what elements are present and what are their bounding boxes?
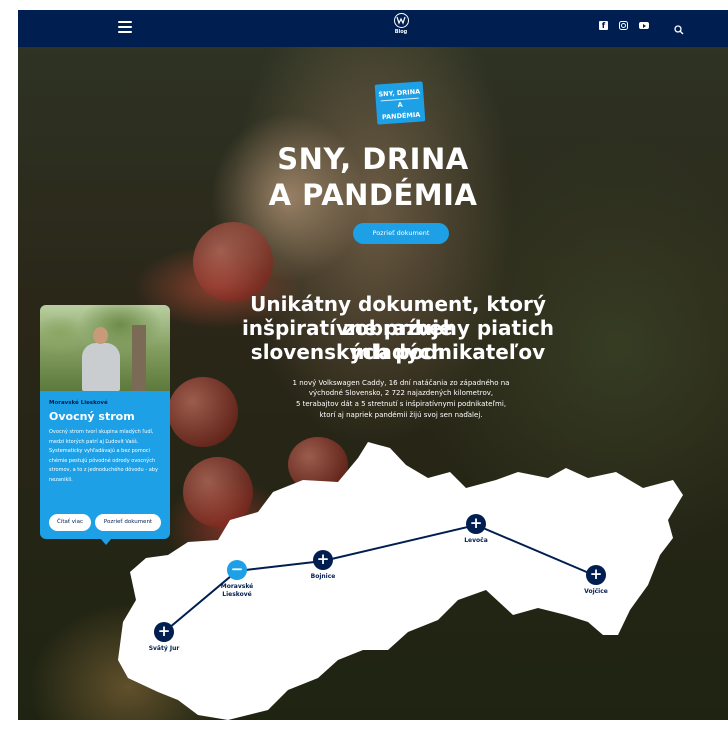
read-more-button[interactable]: Čítať viac xyxy=(49,514,91,531)
story-text: Ovocný strom tvorí skupina mladých ľudí,… xyxy=(49,429,158,483)
card-pointer xyxy=(100,538,112,545)
story-card: Moravské Lieskové Ovocný strom Ovocný st… xyxy=(40,305,170,545)
instagram-icon[interactable] xyxy=(619,21,628,30)
vw-logo-icon xyxy=(393,13,409,28)
page-frame: Blog f SNY, DRINA A PANDÉMIA SNY, DRINA … xyxy=(18,10,728,720)
description-line: 5 terabajtov dát a 5 stretnutí s inšpira… xyxy=(295,400,507,408)
story-photo xyxy=(40,305,170,391)
logo-text: Blog xyxy=(394,29,408,35)
apple-decoration xyxy=(288,437,348,492)
pin-label: Bojnice xyxy=(310,573,336,580)
plus-icon: + xyxy=(466,514,486,534)
top-navbar: Blog f xyxy=(18,10,728,47)
story-title: Ovocný strom xyxy=(49,410,135,423)
apple-decoration xyxy=(193,222,273,302)
description-line: 1 nový Volkswagen Caddy, 16 dní natáčani… xyxy=(292,379,510,387)
plus-icon: + xyxy=(586,565,606,585)
pin-label: Vojčice xyxy=(584,588,608,595)
watch-story-button[interactable]: Pozrieť dokument xyxy=(95,514,161,531)
watch-documentary-button[interactable]: Pozrieť dokument xyxy=(353,223,449,244)
plus-icon: + xyxy=(154,622,174,642)
subtitle-line: slovenských podnikateľov xyxy=(250,340,546,364)
facebook-icon[interactable]: f xyxy=(599,21,608,30)
map-pin-vojcice[interactable]: + Vojčice xyxy=(576,565,616,596)
youtube-icon[interactable] xyxy=(639,22,649,29)
description-line: ktorí aj napriek pandémii žijú svoj sen … xyxy=(319,411,483,419)
map-pin-svaty-jur[interactable]: + Svätý Jur xyxy=(144,622,184,653)
story-location: Moravské Lieskové xyxy=(49,400,108,406)
documentary-badge: SNY, DRINA A PANDÉMIA xyxy=(374,81,426,125)
vw-logo[interactable]: Blog xyxy=(391,13,411,36)
map-pin-bojnice[interactable]: + Bojnice xyxy=(303,550,343,581)
pin-label: Svätý Jur xyxy=(148,645,180,652)
map-pin-moravske-lieskove[interactable]: − Moravské Lieskové xyxy=(217,560,257,599)
badge-line-2: A PANDÉMIA xyxy=(380,97,421,124)
hero-title-line-2: A PANDÉMIA xyxy=(268,178,478,212)
apple-decoration xyxy=(183,457,253,527)
hero-title-line-1: SNY, DRINA xyxy=(277,142,469,176)
search-icon[interactable] xyxy=(674,20,684,35)
pin-label: Levoča xyxy=(464,537,488,544)
plus-icon: + xyxy=(313,550,333,570)
map-pin-levoca[interactable]: + Levoča xyxy=(456,514,496,545)
minus-icon: − xyxy=(227,560,247,580)
apple-decoration xyxy=(168,377,238,447)
description-line: východné Slovensko, 2 722 najazdených ki… xyxy=(308,389,494,397)
hamburger-icon[interactable] xyxy=(118,21,132,33)
pin-label: Moravské Lieskové xyxy=(220,583,254,598)
